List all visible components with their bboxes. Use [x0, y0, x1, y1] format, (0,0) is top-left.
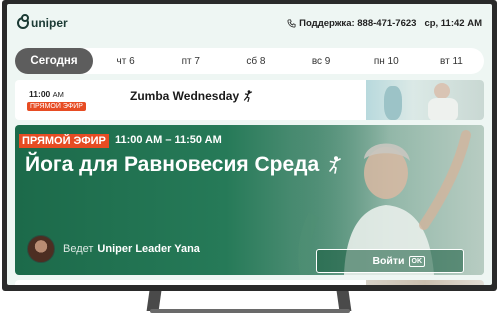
leader-info: Ведет Uniper Leader Yana	[27, 235, 200, 263]
tab-sat-8[interactable]: сб 8	[223, 56, 288, 67]
tab-today[interactable]: Сегодня	[15, 48, 93, 74]
live-badge-hero: ПРЯМОЙ ЭФИР	[19, 134, 109, 148]
ok-key-icon: OK	[408, 255, 425, 267]
class-time-ampm: AM	[52, 90, 64, 99]
class-time: 11:00 AM	[29, 89, 64, 99]
tab-mon-10[interactable]: пн 10	[354, 56, 419, 67]
class-title: Zumba Wednesday	[130, 89, 253, 103]
join-button[interactable]: Войти OK	[316, 249, 464, 273]
header-info: Поддержка: 888-471-7623 ср, 11:42 AM	[287, 18, 482, 29]
featured-class-card[interactable]: ПРЯМОЙ ЭФИР 11:00 AM – 11:50 AM Йога для…	[15, 125, 484, 275]
dancer-icon	[244, 90, 253, 102]
next-class-row[interactable]	[15, 280, 484, 285]
logo-icon	[17, 14, 29, 29]
tv-screen: uniper Поддержка: 888-471-7623 ср, 11:42…	[7, 4, 492, 285]
class-row-zumba[interactable]: 11:00 AM ПРЯМОЙ ЭФИР Zumba Wednesday	[15, 80, 484, 120]
hero-title-text: Йога для Равновесия Среда	[25, 153, 320, 176]
leader-name: Uniper Leader Yana	[97, 243, 200, 255]
tab-thu-6[interactable]: чт 6	[93, 56, 158, 67]
app-header: uniper Поддержка: 888-471-7623 ср, 11:42…	[7, 4, 492, 42]
tv-stand-leg-right	[336, 291, 352, 311]
hero-time-range: 11:00 AM – 11:50 AM	[115, 134, 222, 146]
tv-frame: uniper Поддержка: 888-471-7623 ср, 11:42…	[2, 0, 497, 291]
class-title-text: Zumba Wednesday	[130, 89, 240, 103]
hero-title: Йога для Равновесия Среда	[25, 153, 341, 177]
tv-stand-leg-left	[146, 291, 162, 311]
tab-fri-7[interactable]: пт 7	[158, 56, 223, 67]
support-phone: Поддержка: 888-471-7623	[287, 18, 416, 29]
tab-sun-9[interactable]: вс 9	[289, 56, 354, 67]
class-time-value: 11:00	[29, 89, 51, 99]
tab-tue-11[interactable]: вт 11	[419, 56, 484, 67]
join-button-label: Войти	[372, 255, 405, 267]
logo-text: uniper	[31, 16, 68, 30]
class-thumbnail	[366, 80, 484, 120]
uniper-logo: uniper	[17, 14, 68, 30]
live-badge: ПРЯМОЙ ЭФИР	[27, 102, 86, 111]
date-time: ср, 11:42 AM	[424, 17, 482, 29]
leader-prefix: Ведет	[63, 243, 94, 255]
day-tabs: Сегодня чт 6 пт 7 сб 8 вс 9 пн 10 вт 11	[15, 48, 484, 74]
leader-avatar	[27, 235, 55, 263]
yoga-pose-icon	[329, 156, 341, 174]
tv-stand-base	[150, 309, 350, 313]
next-class-thumbnail	[366, 280, 484, 285]
phone-icon	[287, 18, 296, 28]
support-text: Поддержка: 888-471-7623	[299, 17, 417, 29]
